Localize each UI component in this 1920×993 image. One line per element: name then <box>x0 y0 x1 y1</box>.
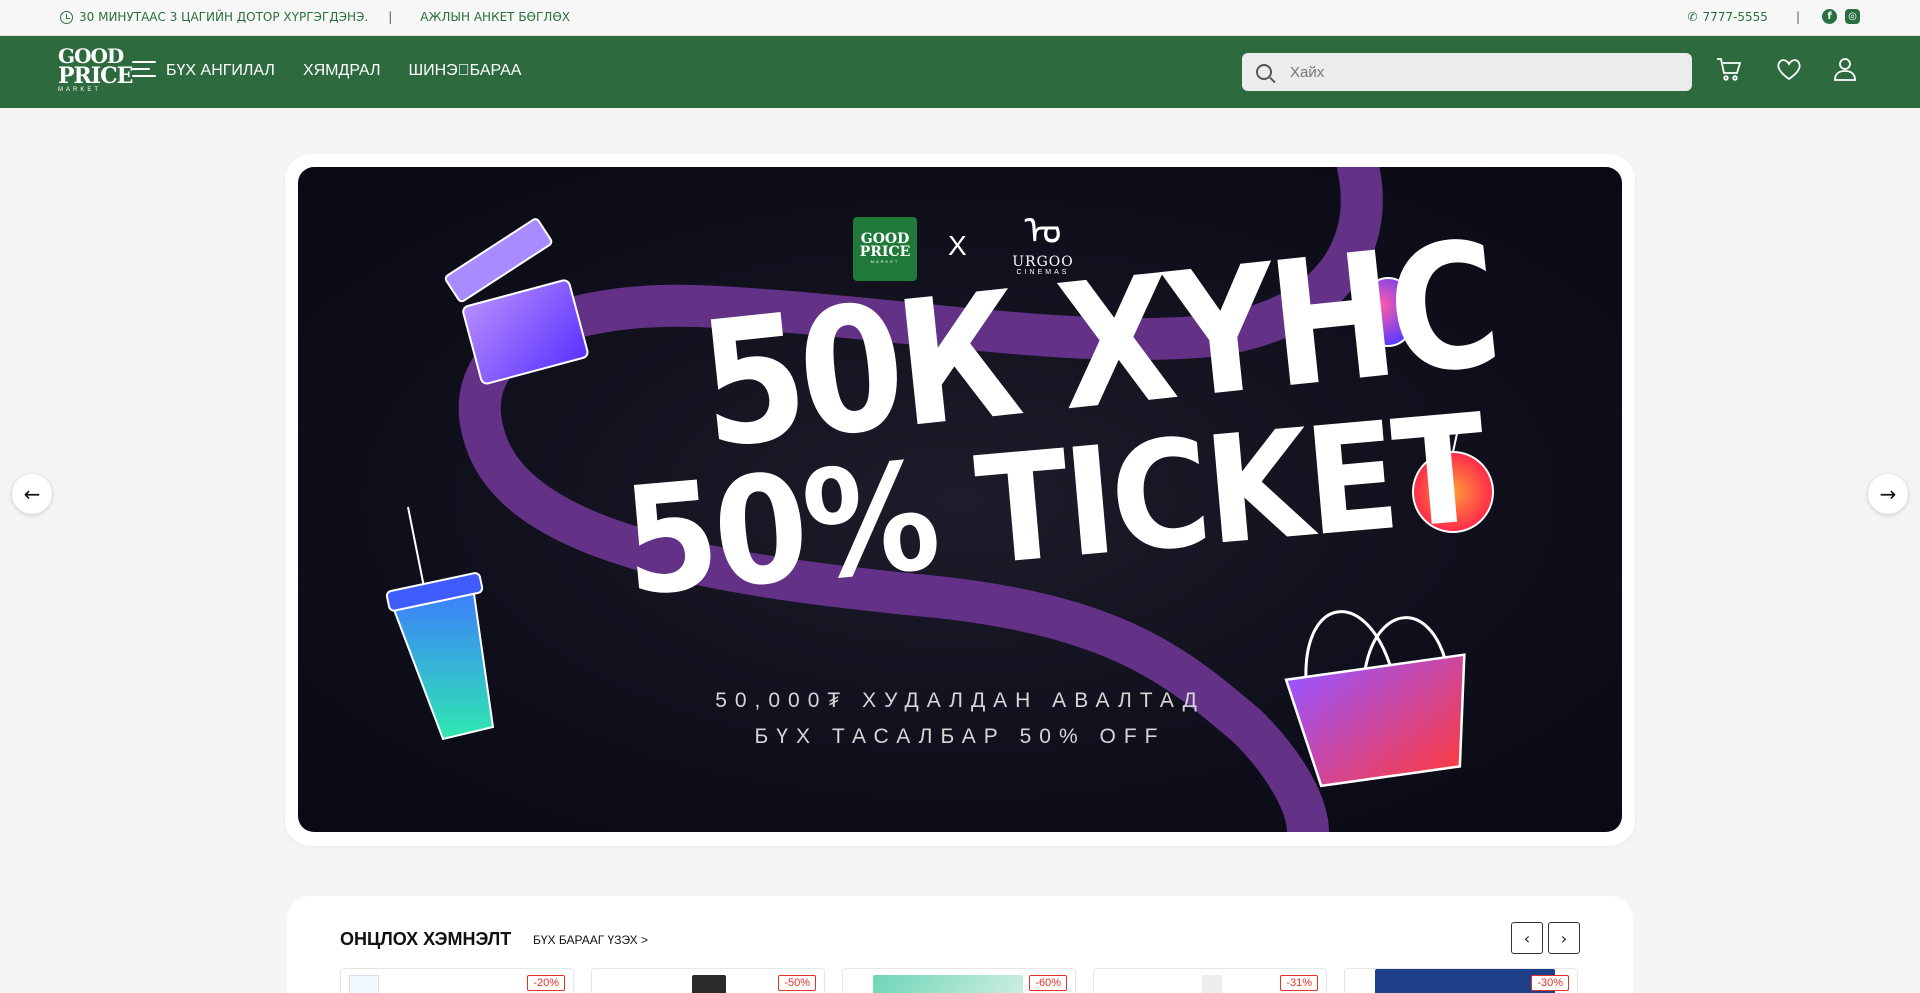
product-card[interactable]: -30% <box>1344 968 1578 993</box>
delivery-info: 30 МИНУТААС 3 ЦАГИЙН ДОТОР ХҮРГЭГДЭНЭ. |… <box>60 10 570 24</box>
separator-right: | <box>1795 9 1800 24</box>
clock-icon <box>60 10 73 24</box>
product-card[interactable]: -31% <box>1093 968 1327 993</box>
jobs-link[interactable]: АЖЛЫН АНКЕТ БӨГЛӨХ <box>420 10 570 24</box>
arrow-left-icon: ← <box>23 482 41 506</box>
search-bar <box>1242 53 1692 91</box>
phone-link[interactable]: 7777-5555 <box>1703 10 1768 24</box>
main-nav: GOOD PRICE MARKET БҮХ АНГИЛАЛ ХЯМДРАЛ ШИ… <box>0 36 1920 108</box>
delivery-text: 30 МИНУТААС 3 ЦАГИЙН ДОТОР ХҮРГЭГДЭНЭ. <box>79 10 369 24</box>
separator: | <box>388 10 393 24</box>
search-icon[interactable] <box>1256 64 1272 80</box>
logo-line-2: PRICE <box>58 63 133 89</box>
product-card[interactable]: -60% <box>842 968 1076 993</box>
discount-badge: -20% <box>527 975 565 991</box>
product-card[interactable]: -50% <box>591 968 825 993</box>
nav-link-sales[interactable]: ХЯМДРАЛ <box>303 62 381 80</box>
discount-badge: -30% <box>1531 975 1569 991</box>
product-image <box>1202 975 1222 993</box>
banner-subline-1: 50,000₮ ХУДАЛДАН АВАЛТАД <box>715 689 1205 712</box>
facebook-icon[interactable]: f <box>1822 9 1837 24</box>
featured-title: ОНЦЛОХ ХЭМНЭЛТ <box>340 929 512 949</box>
banner-prev-button[interactable]: ← <box>12 474 52 514</box>
product-image <box>1375 969 1555 993</box>
banner-subline-2: БҮХ ТАСАЛБАР 50% OFF <box>754 725 1166 748</box>
featured-next-button[interactable]: › <box>1548 922 1580 954</box>
menu-icon[interactable] <box>132 61 156 81</box>
banner-next-button[interactable]: → <box>1868 474 1908 514</box>
nav-link-new-products[interactable]: ШИНЭ БАРАА <box>408 62 521 80</box>
hero-banner[interactable]: GOOD PRICE MARKET X ᠤ URGOO CINEMAS 50К … <box>298 167 1622 832</box>
search-input[interactable] <box>1290 63 1650 81</box>
clapperboard-shape <box>444 218 589 385</box>
top-info-bar: 30 МИНУТААС 3 ЦАГИЙН ДОТОР ХҮРГЭГДЭНЭ. |… <box>0 0 1920 36</box>
good-price-logo[interactable]: GOOD PRICE MARKET <box>58 46 133 98</box>
product-card[interactable]: -20% <box>340 968 574 993</box>
cart-icon[interactable] <box>1714 54 1744 84</box>
chevron-right-icon: › <box>1560 928 1568 948</box>
nav-link-all-categories[interactable]: БҮХ АНГИЛАЛ <box>166 62 275 80</box>
discount-badge: -60% <box>1029 975 1067 991</box>
view-all-link[interactable]: БҮХ БАРААГ ҮЗЭХ > <box>533 933 648 947</box>
product-image <box>349 975 379 993</box>
product-image <box>692 975 726 993</box>
banner-x-symbol: X <box>948 230 967 261</box>
hero-banner-frame: GOOD PRICE MARKET X ᠤ URGOO CINEMAS 50К … <box>285 154 1635 846</box>
banner-logo-line-3: MARKET <box>870 259 900 264</box>
featured-section: ОНЦЛОХ ХЭМНЭЛТ БҮХ БАРААГ ҮЗЭХ > ‹ › -20… <box>287 896 1633 993</box>
contact-info: ✆ 7777-5555 | f ◎ <box>1687 9 1860 24</box>
chevron-left-icon: ‹ <box>1523 928 1531 948</box>
nav-links: БҮХ АНГИЛАЛ ХЯМДРАЛ ШИНЭ БАРАА <box>166 62 521 80</box>
product-image <box>873 975 1023 993</box>
banner-logo-line-2: PRICE <box>859 244 911 260</box>
heart-icon[interactable] <box>1774 54 1804 84</box>
discount-badge: -31% <box>1280 975 1318 991</box>
featured-prev-button[interactable]: ‹ <box>1511 922 1543 954</box>
discount-badge: -50% <box>778 975 816 991</box>
phone-icon: ✆ <box>1687 9 1698 24</box>
instagram-icon[interactable]: ◎ <box>1845 9 1860 24</box>
user-icon[interactable] <box>1830 54 1860 84</box>
arrow-right-icon: → <box>1879 482 1897 506</box>
